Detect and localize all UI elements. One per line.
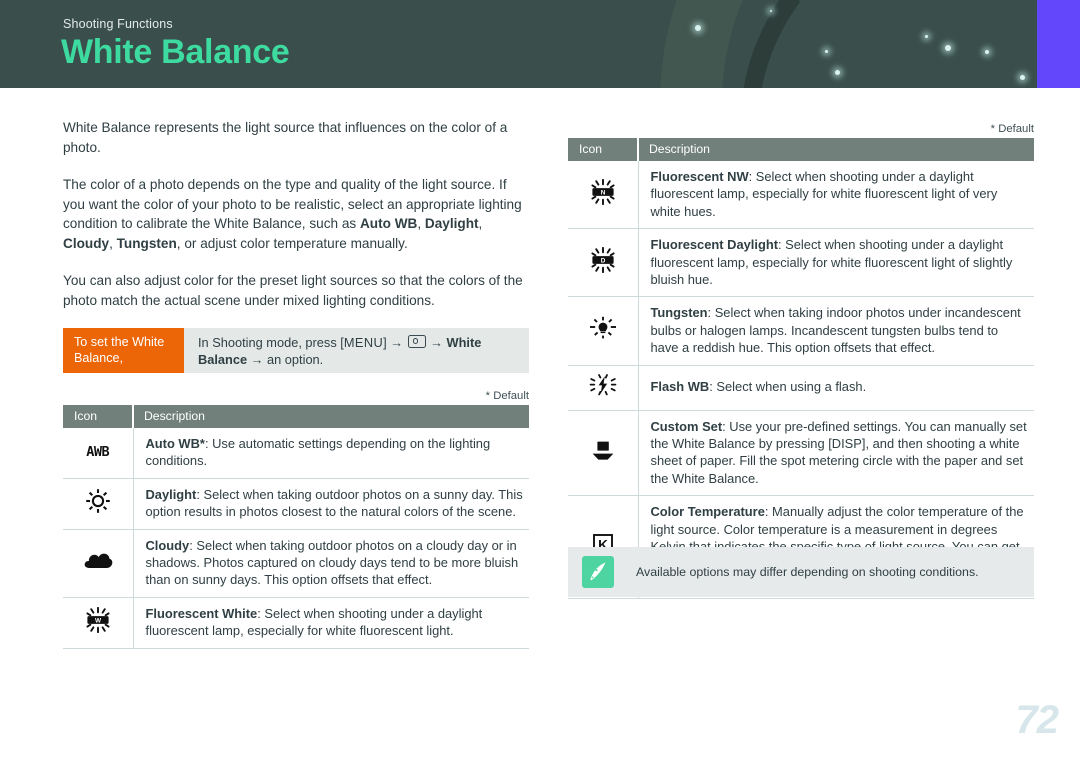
svg-text:D: D bbox=[600, 257, 605, 264]
left-options-table-wrap: * Default Icon Description AWB Auto WB*:… bbox=[63, 390, 529, 649]
page-title: White Balance bbox=[61, 33, 290, 71]
icon-cell: N bbox=[568, 161, 639, 230]
fluorescent-daylight-icon: D bbox=[588, 246, 618, 273]
option-label: Fluorescent NW bbox=[650, 169, 749, 184]
set-white-balance-callout: To set the White Balance, In Shooting mo… bbox=[63, 328, 529, 373]
icon-cell: W bbox=[63, 597, 134, 649]
option-description: : Select when taking outdoor photos on a… bbox=[145, 537, 519, 588]
callout-steps: In Shooting mode, press [MENU] → → White… bbox=[184, 328, 529, 373]
arrow-2: → bbox=[430, 335, 443, 350]
callout-step-end: an option. bbox=[267, 352, 324, 367]
cloud-icon bbox=[83, 550, 113, 570]
option-label: Color Temperature bbox=[650, 504, 765, 520]
white-balance-options-table-left: Icon Description AWB Auto WB*: Use autom… bbox=[63, 405, 529, 649]
right-options-table-wrap: * Default Icon Description N Fluorescent… bbox=[568, 123, 1034, 600]
table-row: Flash WB: Select when using a flash. bbox=[568, 365, 1034, 411]
header-decorative-art bbox=[620, 0, 1080, 88]
camera-mode-icon bbox=[407, 335, 426, 348]
intro-p2-sep-3: , bbox=[109, 235, 117, 251]
option-label: Fluorescent White bbox=[145, 605, 258, 621]
arrow-1: → bbox=[390, 335, 404, 350]
svg-text:W: W bbox=[95, 617, 102, 624]
callout-step-prefix: In Shooting mode, press [ bbox=[198, 335, 344, 350]
intro-paragraph-2: The color of a photo depends on the type… bbox=[63, 175, 529, 253]
option-label: Tungsten bbox=[650, 305, 708, 321]
intro-p2-text-2: , or adjust color temperature manually. bbox=[176, 235, 408, 251]
intro-paragraph-1: White Balance represents the light sourc… bbox=[63, 120, 508, 155]
option-label: Custom Set bbox=[650, 418, 723, 434]
description-cell: Flash WB: Select when using a flash. bbox=[638, 365, 1034, 411]
description-cell: Custom Set: Use your pre-defined setting… bbox=[638, 410, 1034, 497]
table-row: Custom Set: Use your pre-defined setting… bbox=[568, 410, 1034, 497]
intro-p2-bold-auto-wb: Auto WB bbox=[359, 216, 418, 231]
table-row: N Fluorescent NW: Select when shooting u… bbox=[568, 161, 1034, 230]
table-row: Tungsten: Select when taking indoor phot… bbox=[568, 296, 1034, 366]
column-header-icon: Icon bbox=[568, 138, 639, 161]
intro-p2-sep-2: , bbox=[478, 216, 483, 231]
sun-icon bbox=[85, 488, 111, 514]
arrow-3: → bbox=[250, 352, 264, 367]
menu-key-label: MENU bbox=[343, 335, 384, 350]
description-cell: Fluorescent NW: Select when shooting und… bbox=[638, 161, 1034, 230]
table-row: D Fluorescent Daylight: Select when shoo… bbox=[568, 228, 1034, 298]
table-row: AWB Auto WB*: Use automatic settings dep… bbox=[63, 428, 529, 479]
table-row: Daylight: Select when taking outdoor pho… bbox=[63, 478, 529, 530]
intro-p2-bold-tungsten: Tungsten bbox=[116, 235, 177, 251]
custom-set-icon bbox=[589, 439, 617, 461]
icon-cell bbox=[63, 529, 134, 598]
intro-p2-sep-1: , bbox=[417, 216, 425, 231]
header-section-label: Shooting Functions bbox=[63, 17, 173, 31]
intro-p2-bold-cloudy: Cloudy bbox=[63, 235, 110, 251]
description-cell: Auto WB*: Use automatic settings dependi… bbox=[133, 428, 529, 479]
right-default-note: * Default bbox=[990, 123, 1034, 135]
header-accent-bar bbox=[1037, 0, 1080, 88]
table-row: Cloudy: Select when taking outdoor photo… bbox=[63, 529, 529, 598]
tungsten-icon bbox=[588, 316, 618, 340]
intro-p2-bold-daylight: Daylight bbox=[424, 216, 479, 231]
note-text: Available options may differ depending o… bbox=[636, 565, 979, 579]
table-header-row: Icon Description bbox=[63, 405, 529, 428]
table-row: W Fluorescent White: Select when shootin… bbox=[63, 597, 529, 649]
svg-text:N: N bbox=[600, 189, 605, 196]
left-column: White Balance represents the light sourc… bbox=[63, 118, 529, 310]
page-header: Shooting Functions White Balance bbox=[0, 0, 1080, 88]
icon-cell bbox=[568, 410, 639, 497]
icon-cell: D bbox=[568, 228, 639, 298]
fluorescent-white-icon: W bbox=[83, 606, 113, 633]
shooting-conditions-note: Available options may differ depending o… bbox=[568, 547, 1034, 597]
callout-tag-label: To set the White Balance, bbox=[63, 328, 184, 373]
column-header-description: Description bbox=[133, 405, 529, 428]
option-description: : Select when using a flash. bbox=[709, 379, 867, 395]
option-description: : Select when taking outdoor photos on a… bbox=[145, 486, 523, 520]
table-header-row: Icon Description bbox=[568, 138, 1034, 161]
page-number: 72 bbox=[1015, 698, 1059, 742]
description-cell: Daylight: Select when taking outdoor pho… bbox=[133, 478, 529, 530]
intro-paragraph-3: You can also adjust color for the preset… bbox=[63, 273, 523, 308]
description-cell: Tungsten: Select when taking indoor phot… bbox=[638, 296, 1034, 366]
icon-cell bbox=[63, 478, 134, 530]
option-label: Fluorescent Daylight bbox=[650, 237, 779, 253]
option-label: Flash WB bbox=[650, 379, 710, 395]
icon-cell bbox=[568, 365, 639, 411]
option-label: Cloudy bbox=[145, 537, 190, 553]
left-default-note: * Default bbox=[485, 390, 529, 402]
icon-cell: AWB bbox=[63, 428, 134, 479]
option-label: Auto WB* bbox=[145, 436, 205, 451]
white-balance-options-table-right: Icon Description N Fluorescent NW: Selec… bbox=[568, 138, 1034, 600]
pen-note-icon bbox=[582, 556, 614, 588]
awb-icon: AWB bbox=[86, 444, 110, 461]
icon-cell bbox=[568, 296, 639, 366]
column-header-icon: Icon bbox=[63, 405, 134, 428]
column-header-description: Description bbox=[638, 138, 1034, 161]
description-cell: Fluorescent White: Select when shooting … bbox=[133, 597, 529, 649]
fluorescent-nw-icon: N bbox=[588, 178, 618, 205]
flash-icon bbox=[588, 373, 618, 397]
description-cell: Cloudy: Select when taking outdoor photo… bbox=[133, 529, 529, 598]
option-label: Daylight bbox=[145, 486, 197, 502]
description-cell: Fluorescent Daylight: Select when shooti… bbox=[638, 228, 1034, 298]
